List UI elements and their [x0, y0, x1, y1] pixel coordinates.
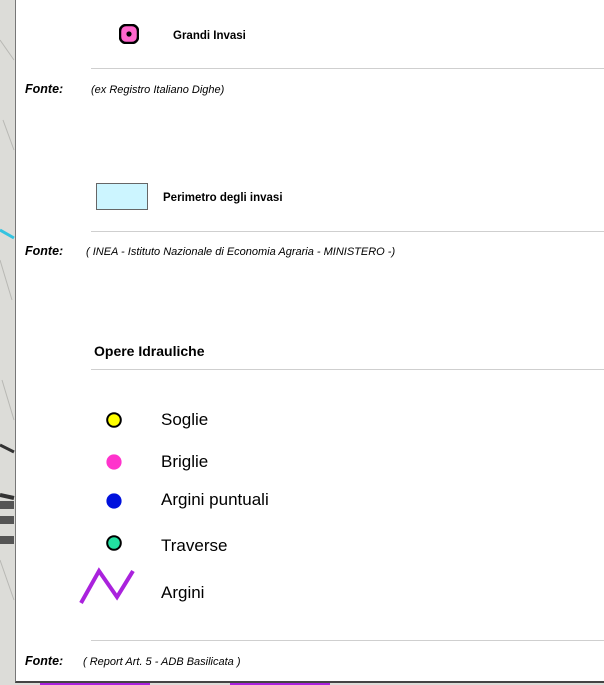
yellow-circle-icon [106, 412, 122, 428]
blue-dot-icon [106, 493, 122, 509]
green-circle-icon [106, 535, 122, 551]
divider [91, 640, 604, 641]
legend-item-argini: Argini [161, 583, 205, 602]
reservoir-perimeter-swatch [96, 183, 148, 210]
fonte-text-3: ( Report Art. 5 - ADB Basilicata ) [83, 656, 241, 668]
divider [91, 231, 604, 232]
fonte-label-1: Fonte: [25, 82, 64, 96]
fonte-label-2: Fonte: [25, 244, 64, 258]
perimetro-label: Perimetro degli invasi [163, 192, 283, 204]
fonte-text-2: ( INEA - Istituto Nazionale di Economia … [86, 246, 396, 258]
legend-item-briglie: Briglie [161, 452, 209, 471]
fonte-text-1: (ex Registro Italiano Dighe) [91, 84, 225, 96]
divider [91, 369, 604, 370]
divider [91, 68, 604, 69]
legend-item-soglie: Soglie [161, 410, 209, 429]
grandi-invasi-label: Grandi Invasi [173, 30, 246, 42]
fonte-label-3: Fonte: [25, 654, 64, 668]
legend-item-traverse: Traverse [161, 536, 228, 555]
large-reservoir-icon [119, 24, 139, 44]
legend-item-argini-puntuali: Argini puntuali [161, 490, 269, 509]
magenta-dot-icon [106, 454, 122, 470]
map-legend-panel: Grandi Invasi Fonte: (ex Registro Italia… [15, 0, 604, 683]
purple-zigzag-icon [79, 567, 135, 604]
opere-idrauliche-title: Opere Idrauliche [94, 343, 205, 359]
